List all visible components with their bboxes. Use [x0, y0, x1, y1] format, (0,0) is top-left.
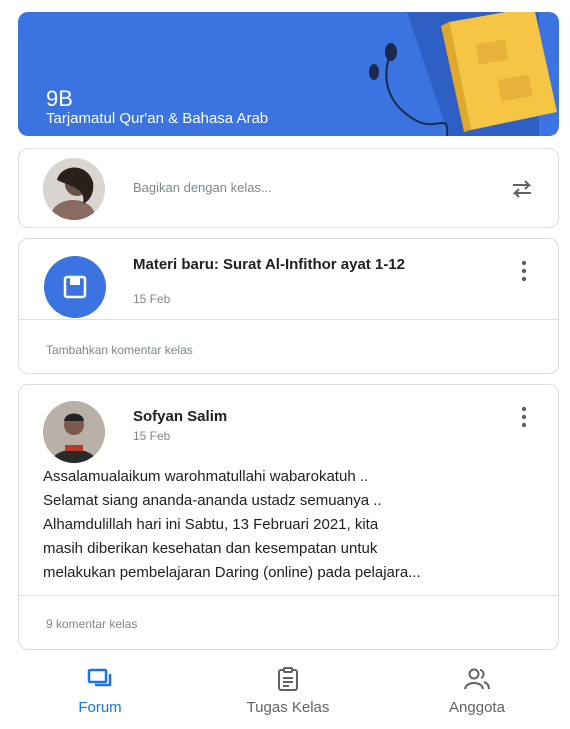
forum-icon	[87, 668, 112, 687]
nav-classwork-label: Tugas Kelas	[246, 699, 330, 716]
materi-date: 15 Feb	[133, 292, 171, 306]
nav-people-label: Anggota	[449, 699, 505, 716]
post-line: Alhamdulillah hari ini Sabtu, 13 Februar…	[43, 516, 379, 533]
post-line: Selamat siang ananda-ananda ustadz semua…	[43, 492, 382, 509]
announcement-post-card[interactable]: Sofyan Salim 15 Feb Assalamualaikum waro…	[18, 384, 559, 650]
author-avatar	[43, 401, 105, 463]
post-line: masih diberikan kesehatan dan kesempatan…	[43, 540, 378, 557]
materi-post-card[interactable]: Materi baru: Surat Al-Infithor ayat 1-12…	[18, 238, 559, 374]
class-name: 9B	[46, 86, 73, 111]
divider	[19, 319, 558, 320]
share-input-placeholder[interactable]: Bagikan dengan kelas...	[133, 180, 272, 195]
materi-title[interactable]: Materi baru: Surat Al-Infithor ayat 1-12	[133, 255, 463, 274]
nav-forum[interactable]: Forum	[25, 665, 175, 716]
add-class-comment-link[interactable]: Tambahkan komentar kelas	[46, 343, 193, 357]
share-with-class-card[interactable]: Bagikan dengan kelas...	[18, 148, 559, 228]
post-date: 15 Feb	[133, 429, 171, 443]
post-line: Assalamualaikum warohmatullahi wabarokat…	[43, 468, 369, 485]
people-icon	[464, 668, 490, 690]
more-vert-icon[interactable]	[520, 405, 528, 429]
post-author: Sofyan Salim	[133, 408, 228, 425]
post-line: melakukan pembelajaran Daring (online) p…	[43, 564, 421, 581]
nav-forum-label: Forum	[78, 699, 122, 716]
class-banner[interactable]: 9B Tarjamatul Qur'an & Bahasa Arab	[18, 12, 559, 136]
class-comments-link[interactable]: 9 komentar kelas	[46, 617, 137, 631]
repost-icon[interactable]	[508, 175, 536, 203]
book-headphones-illustration	[369, 12, 557, 136]
bottom-navigation: Forum Tugas Kelas Anggota	[0, 655, 570, 729]
material-icon	[44, 256, 106, 318]
assignment-icon	[278, 667, 298, 691]
nav-people[interactable]: Anggota	[402, 665, 552, 716]
nav-classwork[interactable]: Tugas Kelas	[213, 665, 363, 716]
post-body: Assalamualaikum warohmatullahi wabarokat…	[43, 465, 543, 585]
classroom-stream: 9B Tarjamatul Qur'an & Bahasa Arab Bagik…	[0, 0, 570, 729]
user-avatar	[43, 158, 105, 220]
more-vert-icon[interactable]	[520, 259, 528, 283]
class-subtitle: Tarjamatul Qur'an & Bahasa Arab	[46, 110, 269, 127]
divider	[19, 595, 558, 596]
